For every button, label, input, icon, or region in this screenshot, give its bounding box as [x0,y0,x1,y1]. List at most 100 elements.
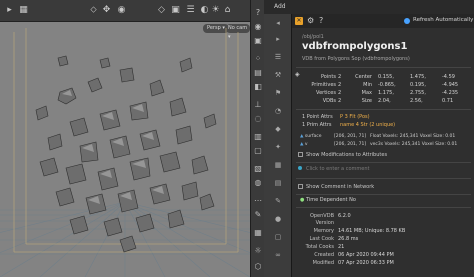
count-row: Primitives 2 [302,82,344,89]
comment-placeholder: Click to enter a comment [306,166,370,172]
vdb-row: ▲ surface [300,134,322,139]
count-value: 2 [338,98,342,104]
wrench-icon[interactable]: ⚒ [273,70,283,80]
info-value: 26.8 ms [338,236,359,242]
vdb-name: v [304,142,308,147]
select-icon[interactable]: ▸ [273,34,283,44]
wire-icon[interactable]: ▤ [253,68,263,78]
label-icon[interactable]: ✎ [253,210,263,220]
pin-icon[interactable]: ⬦ [88,5,99,16]
vertex-icon[interactable]: ⋯ [253,196,263,206]
points-icon[interactable]: ⁘ [253,54,263,64]
snap-icon[interactable]: ◇ [156,5,167,16]
grid-icon[interactable]: ▦ [18,5,29,16]
help-icon[interactable]: ? [319,16,323,26]
info-window-titlebar: ✕ ⚙ ? Refresh Automatically [292,14,474,28]
home-icon[interactable]: ⌂ [222,5,233,16]
node-path: /obj/pol1 [302,34,324,40]
camera-view-icon[interactable]: ⬡ [253,262,263,272]
gear-icon[interactable]: ⚙ [307,16,314,26]
count-row: VDBs 2 [302,98,344,105]
lock-icon[interactable]: ▣ [253,36,263,46]
comment-field[interactable]: Click to enter a comment [298,166,474,172]
select-tool-icon[interactable]: ▸ [4,5,15,16]
lighting-icon[interactable]: ☀ [210,5,221,16]
count-row: Vertices 2 [302,90,344,97]
bbox-icon[interactable]: ▢ [253,146,263,156]
template-icon[interactable]: ▥ [253,132,263,142]
count-label: Vertices [316,90,336,96]
ghost-icon[interactable]: ◌ [253,114,263,124]
bbox-label: Min [363,82,372,88]
link-icon[interactable]: ∞ [273,250,283,260]
grid-icon[interactable]: ▦ [273,160,283,170]
refresh-automatically-label[interactable]: Refresh Automatically [413,17,473,23]
time-dependent-value: No [349,197,356,203]
question-icon[interactable]: ? [253,8,263,18]
display-icon[interactable]: ▣ [170,5,181,16]
note-icon[interactable]: ✎ [273,196,283,206]
time-dependent-row: ● Time Dependent No [300,197,356,203]
divider [296,162,471,163]
bbox-row: Max 1.175, 2.755, -4.235 [352,90,470,97]
info-label: Total Cooks [305,244,334,250]
count-label: Primitives [311,82,336,88]
vdb-bullet-icon: ▲ [300,142,304,147]
visualizer-icon[interactable]: ◍ [253,178,263,188]
tab-add[interactable]: Add [274,3,286,10]
layout-icon[interactable]: ▤ [273,178,283,188]
comment-icon [298,166,302,170]
info-label: OpenVDB [309,213,334,219]
safe-area-icon[interactable]: ▧ [253,164,263,174]
vdb-detail: vec3s Voxels: 245,341 Voxel Size: 0.01 [370,142,458,147]
info-label: Version [315,220,334,226]
box-icon[interactable]: ▢ [273,232,283,242]
info-label: Created [314,252,334,258]
pin-icon[interactable]: ✕ [295,17,303,25]
divider [296,194,471,195]
back-icon[interactable]: ◂ [273,18,283,28]
show-mods-checkbox[interactable] [298,152,303,157]
eye-icon[interactable]: ◉ [253,22,263,32]
render-icon[interactable]: ☰ [185,5,196,16]
show-mods-row[interactable]: Show Modifications to Attributes [298,152,474,158]
show-comment-row[interactable]: Show Comment in Network [298,184,474,190]
move-icon[interactable]: ✥ [101,5,112,16]
info-value: 07 Apr 2020 06:33 PM [338,260,394,266]
shading-icon[interactable]: ◐ [199,5,210,16]
info-value: 14.61 MB; Unique: 8.78 KB [338,228,406,234]
network-tabs: Add [264,0,474,14]
bbox-row: Size 2.04, 2.56, 0.71 [352,98,470,105]
refresh-icon[interactable] [404,18,410,24]
info-label: Modified [312,260,334,266]
node-info-window: ✕ ⚙ ? Refresh Automatically /obj/pol1 vd… [291,14,474,277]
info-value: 06 Apr 2020 09:44 PM [338,252,394,258]
snapshot-icon[interactable]: ▦ [253,228,263,238]
time-dependent-icon: ● [300,197,305,203]
bbox-row: Center 0.155, 1.475, -4.59 [352,74,470,81]
show-mods-label: Show Modifications to Attributes [306,152,388,158]
dot-icon[interactable]: ● [273,214,283,224]
light-icon[interactable]: ☼ [253,246,263,256]
bbox-label: Max [361,90,372,96]
vdb-res: [206, 201, 71] [334,142,367,147]
vdb-res: [206, 201, 71] [334,134,367,139]
camera-icon[interactable]: ◉ [116,5,127,16]
count-value: 2 [338,90,342,96]
prim-attrs-value: name 4 Str (2 unique) [340,122,396,128]
divider [296,178,471,179]
flag-icon[interactable]: ⚑ [273,88,283,98]
normals-icon[interactable]: ⊥ [253,100,263,110]
color-icon[interactable]: ◔ [273,106,283,116]
list-icon[interactable]: ☰ [273,52,283,62]
info-value: 21 [338,244,345,250]
time-dependent-label: Time Dependent [305,197,348,203]
scene-viewport[interactable]: ▸ ▦ ⬦ ✥ ◉ ◇ ▣ ☰ ◐ ☀ ⌂ Persp ▾ No cam ▾ [0,0,250,277]
shape-icon[interactable]: ◆ [273,124,283,134]
show-comment-checkbox[interactable] [298,184,303,189]
star-icon[interactable]: ✦ [273,142,283,152]
network-tool-strip: ◂ ▸ ☰ ⚒ ⚑ ◔ ◆ ✦ ▦ ▤ ✎ ● ▢ ∞ [264,14,292,277]
viewport-toolbar: ▸ ▦ ⬦ ✥ ◉ ◇ ▣ ☰ ◐ ☀ ⌂ [0,0,250,22]
shaded-icon[interactable]: ◧ [253,82,263,92]
count-value: 2 [338,82,342,88]
